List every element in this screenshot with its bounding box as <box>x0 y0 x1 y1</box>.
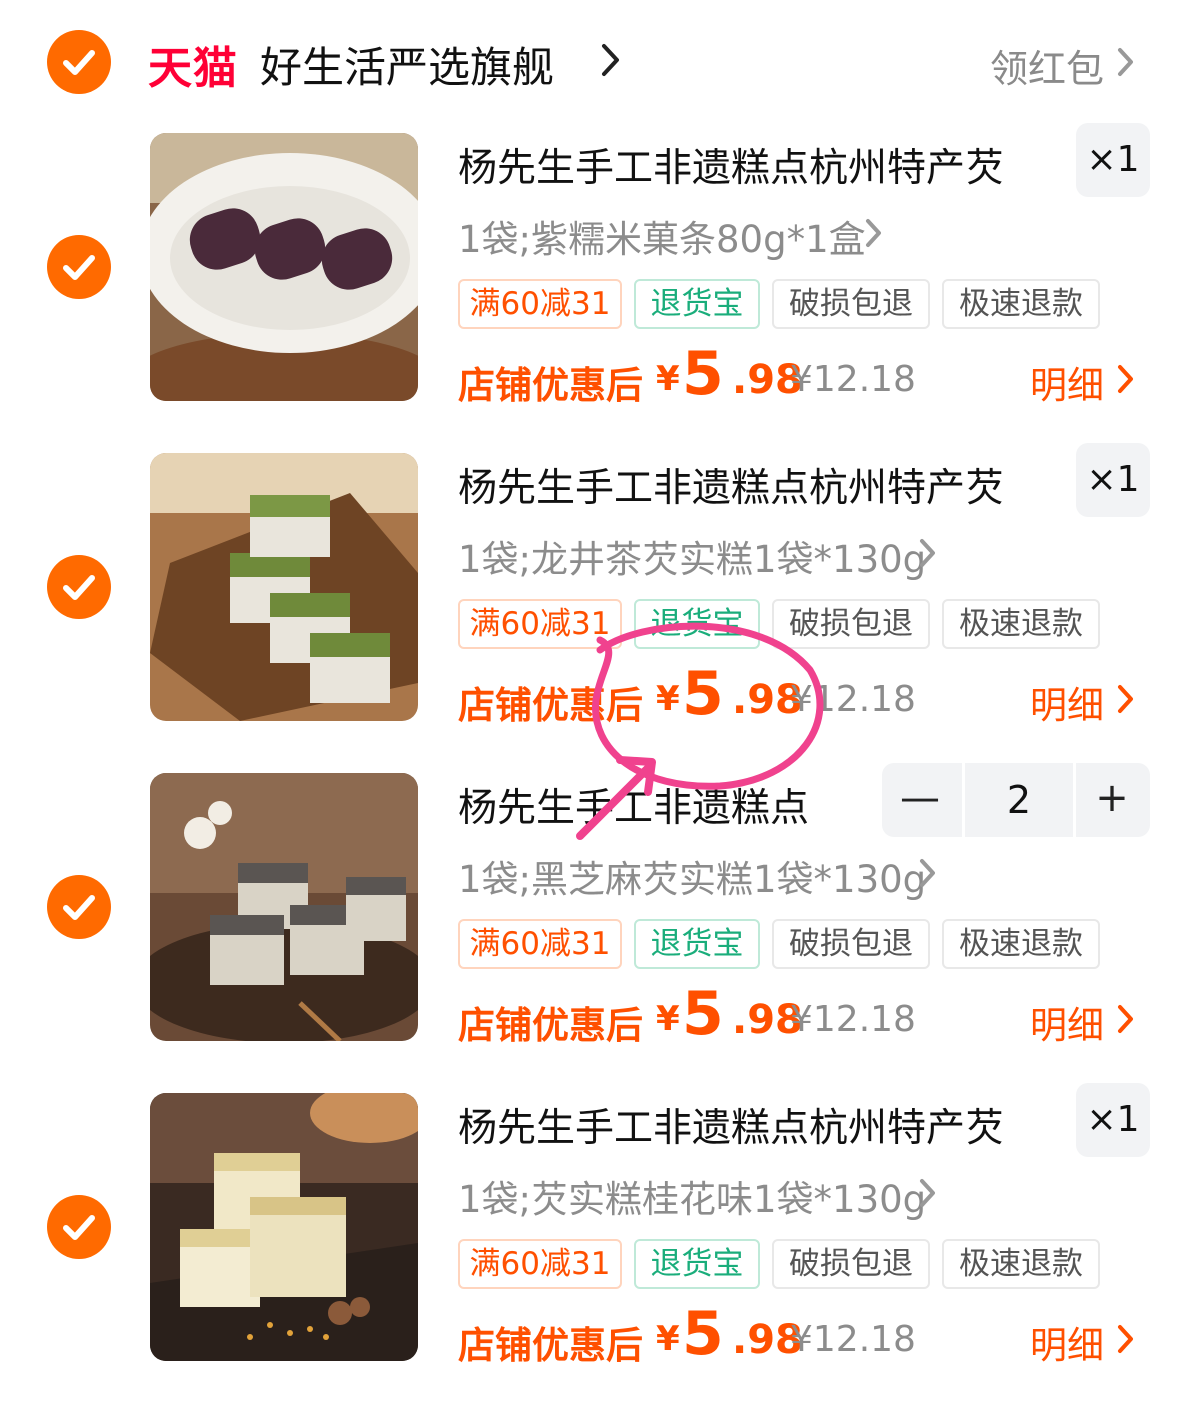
price-detail-link[interactable]: 明细 <box>1030 675 1104 729</box>
check-icon <box>63 575 95 600</box>
currency-symbol: ¥ <box>656 1319 680 1359</box>
fast-refund-tag: 极速退款 <box>942 599 1100 649</box>
price-detail-link[interactable]: 明细 <box>1030 995 1104 1049</box>
quantity-input[interactable]: 2 <box>962 763 1076 837</box>
chevron-right-icon <box>1118 365 1133 393</box>
product-image[interactable] <box>150 133 418 401</box>
chevron-right-icon <box>1118 48 1133 76</box>
sku-selector[interactable]: 1袋;龙井茶芡实糕1袋*130g <box>458 529 926 583</box>
discount-price-label: 店铺优惠后 <box>458 1324 643 1367</box>
price-integer: 5 <box>682 979 724 1049</box>
return-insurance-tag: 退货宝 <box>634 279 760 329</box>
quantity-button[interactable]: ×1 <box>1076 1083 1150 1157</box>
original-price: ¥12.18 <box>790 999 916 1040</box>
product-title[interactable]: 杨先生手工非遗糕点 <box>458 777 809 833</box>
currency-symbol: ¥ <box>656 359 680 399</box>
product-title[interactable]: 杨先生手工非遗糕点杭州特产芡 <box>458 457 1004 513</box>
product-image[interactable] <box>150 453 418 721</box>
check-icon <box>63 1215 95 1240</box>
chevron-right-icon <box>602 44 619 76</box>
chevron-right-icon <box>866 219 881 247</box>
shop-select-checkbox[interactable] <box>47 30 111 94</box>
quantity-stepper: — 2 + <box>882 763 1150 837</box>
damage-return-tag: 破损包退 <box>772 279 930 329</box>
check-icon <box>63 895 95 920</box>
item-select-checkbox[interactable] <box>47 1195 111 1259</box>
decrease-button[interactable]: — <box>882 763 958 837</box>
fast-refund-tag: 极速退款 <box>942 919 1100 969</box>
purple-rice-cake-image <box>150 133 418 401</box>
quantity-button[interactable]: ×1 <box>1076 443 1150 517</box>
original-price: ¥12.18 <box>790 1319 916 1360</box>
fast-refund-tag: 极速退款 <box>942 1239 1100 1289</box>
price-integer: 5 <box>682 339 724 409</box>
promo-tag: 满60减31 <box>458 279 622 329</box>
product-title[interactable]: 杨先生手工非遗糕点杭州特产芡 <box>458 137 1004 193</box>
promo-tag: 满60减31 <box>458 919 622 969</box>
cart-item: 杨先生手工非遗糕点杭州特产芡 ×1 1袋;芡实糕桂花味1袋*130g 满60减3… <box>0 1083 1182 1413</box>
quantity-button[interactable]: ×1 <box>1076 123 1150 197</box>
damage-return-tag: 破损包退 <box>772 1239 930 1289</box>
sku-selector[interactable]: 1袋;芡实糕桂花味1袋*130g <box>458 1169 926 1223</box>
price-integer: 5 <box>682 659 724 729</box>
chevron-right-icon <box>920 859 935 887</box>
black-sesame-cake-image <box>150 773 418 1041</box>
product-image[interactable] <box>150 773 418 1041</box>
sku-selector[interactable]: 1袋;黑芝麻芡实糕1袋*130g <box>458 849 926 903</box>
product-title[interactable]: 杨先生手工非遗糕点杭州特产芡 <box>458 1097 1004 1153</box>
currency-symbol: ¥ <box>656 999 680 1039</box>
discount-price-label: 店铺优惠后 <box>458 684 643 727</box>
cart-item: 杨先生手工非遗糕点杭州特产芡 ×1 1袋;龙井茶芡实糕1袋*130g 满60减3… <box>0 443 1182 773</box>
cart-item: 杨先生手工非遗糕点 — 2 + 1袋;黑芝麻芡实糕1袋*130g 满60减31 … <box>0 763 1182 1093</box>
chevron-right-icon <box>1118 1005 1133 1033</box>
item-select-checkbox[interactable] <box>47 555 111 619</box>
discount-price-label: 店铺优惠后 <box>458 364 643 407</box>
return-insurance-tag: 退货宝 <box>634 599 760 649</box>
check-icon <box>63 50 95 75</box>
get-coupon-link[interactable]: 领红包 <box>990 38 1104 93</box>
sku-selector[interactable]: 1袋;紫糯米菓条80g*1盒 <box>458 209 866 263</box>
currency-symbol: ¥ <box>656 679 680 719</box>
original-price: ¥12.18 <box>790 679 916 720</box>
price-detail-link[interactable]: 明细 <box>1030 1315 1104 1369</box>
cart-item: 杨先生手工非遗糕点杭州特产芡 ×1 1袋;紫糯米菓条80g*1盒 满60减31 … <box>0 123 1182 453</box>
product-image[interactable] <box>150 1093 418 1361</box>
osmanthus-cake-image <box>150 1093 418 1361</box>
return-insurance-tag: 退货宝 <box>634 919 760 969</box>
discount-price-label: 店铺优惠后 <box>458 1004 643 1047</box>
item-select-checkbox[interactable] <box>47 875 111 939</box>
promo-tag: 满60减31 <box>458 1239 622 1289</box>
shop-name-link[interactable]: 好生活严选旗舰 <box>260 34 554 95</box>
original-price: ¥12.18 <box>790 359 916 400</box>
longjing-tea-cake-image <box>150 453 418 721</box>
chevron-right-icon <box>920 1179 935 1207</box>
fast-refund-tag: 极速退款 <box>942 279 1100 329</box>
chevron-right-icon <box>920 539 935 567</box>
tmall-logo: 天猫 <box>148 43 238 94</box>
check-icon <box>63 255 95 280</box>
chevron-right-icon <box>1118 1325 1133 1353</box>
price-detail-link[interactable]: 明细 <box>1030 355 1104 409</box>
damage-return-tag: 破损包退 <box>772 599 930 649</box>
item-select-checkbox[interactable] <box>47 235 111 299</box>
return-insurance-tag: 退货宝 <box>634 1239 760 1289</box>
price-integer: 5 <box>682 1299 724 1369</box>
chevron-right-icon <box>1118 685 1133 713</box>
increase-button[interactable]: + <box>1074 763 1150 837</box>
promo-tag: 满60减31 <box>458 599 622 649</box>
damage-return-tag: 破损包退 <box>772 919 930 969</box>
